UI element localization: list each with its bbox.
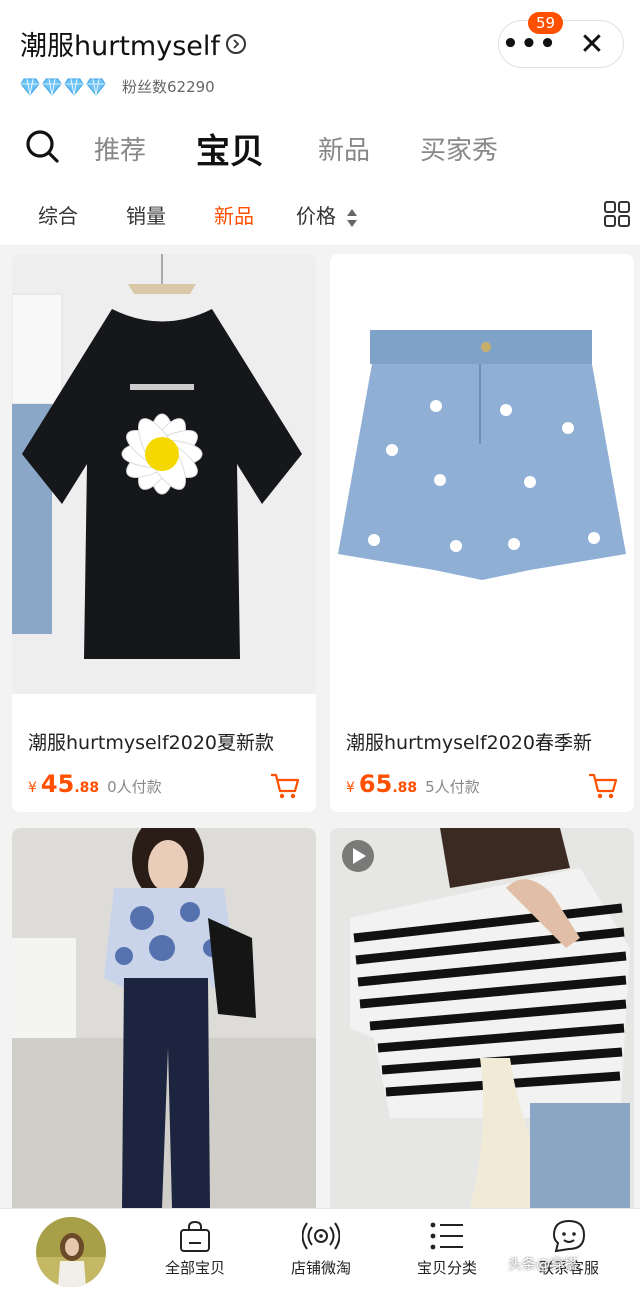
price-integer: 65 [358,770,393,798]
tab-buyer-show[interactable]: 买家秀 [420,130,498,167]
product-image-denim-skirt [330,254,634,694]
product-image-tshirt [12,254,316,694]
diamond-icon [20,78,40,96]
categories-label: 宝贝分类 [416,1259,477,1277]
sort-new[interactable]: 新品 [214,200,254,229]
currency-symbol: ¥ [28,780,37,796]
all-items-button[interactable]: 全部宝贝 [140,1219,250,1278]
shop-name[interactable]: 潮服hurtmyself [20,24,246,63]
chevron-right-icon[interactable] [225,33,246,54]
product-image-striped-tee [330,828,634,1208]
cart-icon[interactable] [270,772,300,800]
sort-arrows-icon [347,208,358,227]
price-decimal: .88 [74,780,100,796]
sold-count: 5人付款 [425,778,480,796]
product-card[interactable]: 潮服hurtmyself2020春季新 ¥ 65 .88 5人付款 [330,254,634,812]
broadcast-icon [302,1222,340,1250]
product-card[interactable] [330,828,634,1208]
notification-badge: 59 [528,12,564,34]
product-card[interactable] [12,828,316,1208]
more-button[interactable]: ••• [499,31,561,57]
price-row: ¥ 45 .88 0人付款 [28,770,162,798]
sort-overall[interactable]: 综合 [38,200,78,229]
shop-avatar[interactable] [36,1217,106,1287]
diamond-icon [64,78,84,96]
all-items-label: 全部宝贝 [164,1259,225,1277]
diamond-icon [86,78,106,96]
tab-new[interactable]: 新品 [318,130,370,167]
price-row: ¥ 65 .88 5人付款 [346,770,480,798]
tab-recommend[interactable]: 推荐 [94,130,146,167]
diamond-icon [42,78,62,96]
currency-symbol: ¥ [346,780,355,796]
sort-price[interactable]: 价格 [296,200,358,229]
shop-header: 潮服hurtmyself 粉丝数62290 ••• ✕ 59 推荐 宝贝 新品 … [0,0,640,245]
price-decimal: .88 [392,780,418,796]
search-icon[interactable] [24,128,60,164]
sort-sales[interactable]: 销量 [126,200,166,229]
list-icon [430,1222,463,1250]
shop-level-diamonds: 粉丝数62290 [20,76,215,97]
product-title[interactable]: 潮服hurtmyself2020春季新 [346,728,592,755]
shop-tabs: 推荐 宝贝 新品 买家秀 [0,120,640,176]
shop-feed-label: 店铺微淘 [290,1259,351,1277]
sort-bar: 综合 销量 新品 价格 [0,196,640,236]
shop-name-text: 潮服hurtmyself [20,31,220,62]
fans-count: 粉丝数62290 [122,78,215,96]
chat-face-icon [552,1219,586,1253]
sort-price-label: 价格 [296,204,336,228]
product-image-tiedye-shirt [12,828,316,1208]
grid-view-icon[interactable] [604,201,630,227]
close-button[interactable]: ✕ [561,27,623,62]
product-card[interactable]: 潮服hurtmyself2020夏新款 ¥ 45 .88 0人付款 [12,254,316,812]
price-integer: 45 [40,770,75,798]
video-play-icon[interactable] [342,840,374,872]
watermark-text: 头条@穿搭 [508,1257,578,1273]
categories-button[interactable]: 宝贝分类 [392,1219,502,1278]
shop-feed-button[interactable]: 店铺微淘 [266,1219,376,1278]
cart-icon[interactable] [588,772,618,800]
sold-count: 0人付款 [107,778,162,796]
tab-items[interactable]: 宝贝 [196,124,264,173]
bag-icon [180,1220,210,1252]
bottom-action-bar: 全部宝贝 店铺微淘 宝贝分类 联系客服 [0,1208,640,1292]
product-title[interactable]: 潮服hurtmyself2020夏新款 [28,728,274,755]
